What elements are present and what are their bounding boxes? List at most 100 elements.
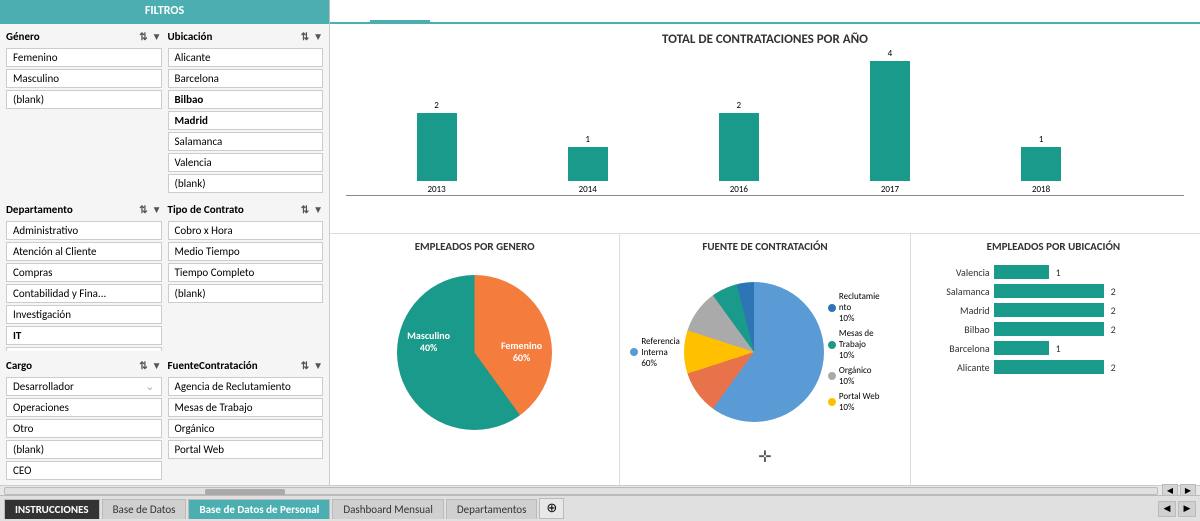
cross-icon: ✛ bbox=[758, 448, 771, 467]
header-row: FILTROS bbox=[0, 0, 1200, 24]
bar-chart: 2 2013 1 2014 bbox=[346, 51, 1184, 196]
cargo-ceo[interactable]: CEO bbox=[6, 461, 162, 480]
filter-header: FILTROS bbox=[0, 0, 330, 24]
bar-2014 bbox=[568, 147, 608, 181]
fuente-agencia[interactable]: Agencia de Reclutamiento bbox=[168, 377, 324, 396]
cargo-operaciones[interactable]: Operaciones bbox=[6, 398, 162, 417]
tipo-contrato-label: Tipo de Contrato bbox=[168, 203, 244, 216]
genero-femenino[interactable]: Femenino bbox=[6, 48, 162, 67]
bar-label-2016: 2016 bbox=[730, 184, 748, 195]
tab-instrucciones[interactable]: INSTRUCCIONES bbox=[4, 499, 100, 519]
tipo-completo[interactable]: Tiempo Completo bbox=[168, 263, 324, 282]
ubicacion-header: Ubicación ⇅ ▼ bbox=[168, 28, 324, 45]
genero-filter-icon[interactable]: ▼ bbox=[152, 30, 162, 43]
dept-sort-icon[interactable]: ⇅ bbox=[139, 203, 147, 216]
bar-val-2018: 1 bbox=[1021, 134, 1061, 145]
dept-atencion[interactable]: Atención al Cliente bbox=[6, 242, 162, 261]
source-pie-circle bbox=[684, 282, 824, 422]
gender-pie-container: Masculino40% Femenino60% bbox=[336, 257, 613, 447]
bar-val-2014: 1 bbox=[568, 134, 608, 145]
bar-val-2013: 2 bbox=[417, 100, 457, 111]
tipo-medio[interactable]: Medio Tiempo bbox=[168, 242, 324, 261]
location-bar-chart: Valencia 1 Salamanca 2 Madrid 2 bbox=[917, 261, 1194, 383]
ubicacion-madrid[interactable]: Madrid bbox=[168, 111, 324, 130]
ubicacion-sort-icon[interactable]: ⇅ bbox=[301, 30, 309, 43]
source-chart-title: FUENTE DE CONTRATACIÓN bbox=[626, 240, 903, 253]
fuente-organico[interactable]: Orgánico bbox=[168, 419, 324, 438]
loc-bar-madrid: Madrid 2 bbox=[925, 303, 1186, 317]
bar-group-2014: 1 2014 bbox=[517, 51, 658, 195]
bar-label-2013: 2013 bbox=[427, 184, 445, 195]
cargo-items: Desarrollador ⌄ Operaciones Otro (blank)… bbox=[6, 377, 162, 480]
source-legend-referencia: ReferenciaInterna60% bbox=[630, 336, 680, 369]
fuente-filter-icon[interactable]: ▼ bbox=[313, 359, 323, 372]
dept-investigacion[interactable]: Investigación bbox=[6, 305, 162, 324]
gender-pie: Masculino40% Femenino60% bbox=[397, 275, 552, 430]
bar-group-2017: 4 2017 bbox=[819, 51, 960, 195]
tab-base-datos[interactable]: Base de Datos bbox=[102, 499, 187, 519]
tipo-contrato-header: Tipo de Contrato ⇅ ▼ bbox=[168, 201, 324, 218]
ubicacion-blank[interactable]: (blank) bbox=[168, 174, 324, 193]
genero-blank[interactable]: (blank) bbox=[6, 90, 162, 109]
tab-bar: INSTRUCCIONES Base de Datos Base de Dato… bbox=[0, 495, 1200, 521]
horizontal-scrollbar[interactable]: ◀ ▶ bbox=[0, 485, 1200, 495]
tab-scroll-left[interactable]: ◀ bbox=[1158, 501, 1176, 517]
tipo-blank[interactable]: (blank) bbox=[168, 284, 324, 303]
genero-masculino[interactable]: Masculino bbox=[6, 69, 162, 88]
cargo-sort-icon[interactable]: ⇅ bbox=[139, 359, 147, 372]
ubicacion-valencia[interactable]: Valencia bbox=[168, 153, 324, 172]
source-pie bbox=[684, 282, 824, 422]
ubicacion-barcelona[interactable]: Barcelona bbox=[168, 69, 324, 88]
dept-legal[interactable]: Legal bbox=[6, 347, 162, 351]
top-chart-title: TOTAL DE CONTRATACIONES POR AÑO bbox=[346, 32, 1184, 47]
bar-2017 bbox=[870, 61, 910, 181]
ubicacion-bilbao[interactable]: Bilbao bbox=[168, 90, 324, 109]
dept-filter-icon[interactable]: ▼ bbox=[152, 203, 162, 216]
bar-label-2018: 2018 bbox=[1032, 184, 1050, 195]
fuente-mesas[interactable]: Mesas de Trabajo bbox=[168, 398, 324, 417]
source-legend-organico: Orgánico10% bbox=[828, 365, 880, 387]
source-mesas-label: Mesas deTrabajo10% bbox=[839, 328, 874, 361]
tipo-sort-icon[interactable]: ⇅ bbox=[301, 203, 309, 216]
source-ref-label: ReferenciaInterna60% bbox=[641, 336, 680, 369]
chart-area: TOTAL DE CONTRATACIONES POR AÑO 2 2013 1 bbox=[330, 24, 1200, 485]
source-right-legend: Reclutamiento10% Mesas deTrabajo10% Orgá… bbox=[828, 291, 880, 413]
bar-label-2017: 2017 bbox=[881, 184, 899, 195]
tipo-filter-icon[interactable]: ▼ bbox=[313, 203, 323, 216]
bottom-charts: EMPLEADOS POR GENERO Masculino40% Femeni… bbox=[330, 234, 1200, 485]
departamento-filter: Departamento ⇅ ▼ Administrativo Atención… bbox=[6, 201, 162, 351]
tab-departamentos[interactable]: Departamentos bbox=[446, 499, 538, 519]
tab-dashboard-mensual[interactable]: Dashboard Mensual bbox=[332, 499, 443, 519]
cargo-otro[interactable]: Otro bbox=[6, 419, 162, 438]
gender-masculino-label: Masculino40% bbox=[407, 330, 450, 354]
bar-group-2016: 2 2016 bbox=[668, 51, 809, 195]
bar-2013 bbox=[417, 113, 457, 181]
cargo-desarrollador[interactable]: Desarrollador ⌄ bbox=[6, 377, 162, 396]
dept-contabilidad[interactable]: Contabilidad y Fina... bbox=[6, 284, 162, 303]
main-container: FILTROS Género ⇅ ▼ Feme bbox=[0, 0, 1200, 521]
genero-sort-icon[interactable]: ⇅ bbox=[139, 30, 147, 43]
bar-val-2017: 4 bbox=[870, 48, 910, 59]
ubicacion-alicante[interactable]: Alicante bbox=[168, 48, 324, 67]
tab-base-datos-personal[interactable]: Base de Datos de Personal bbox=[188, 499, 330, 519]
ubicacion-salamanca[interactable]: Salamanca bbox=[168, 132, 324, 151]
fuente-portal[interactable]: Portal Web bbox=[168, 440, 324, 459]
cargo-blank[interactable]: (blank) bbox=[6, 440, 162, 459]
loc-bar-salamanca: Salamanca 2 bbox=[925, 284, 1186, 298]
dept-it[interactable]: IT bbox=[6, 326, 162, 345]
genero-header: Género ⇅ ▼ bbox=[6, 28, 162, 45]
cargo-filter-icon[interactable]: ▼ bbox=[152, 359, 162, 372]
loc-bar-valencia: Valencia 1 bbox=[925, 265, 1186, 279]
source-legend-mesas: Mesas deTrabajo10% bbox=[828, 328, 880, 361]
ubicacion-filter-icon[interactable]: ▼ bbox=[313, 30, 323, 43]
tab-add-button[interactable]: ⊕ bbox=[539, 498, 564, 519]
genero-items: Femenino Masculino (blank) bbox=[6, 48, 162, 109]
gender-femenino-label: Femenino60% bbox=[501, 340, 542, 364]
tipo-icons: ⇅ ▼ bbox=[301, 203, 323, 216]
dept-compras[interactable]: Compras bbox=[6, 263, 162, 282]
tipo-cobro[interactable]: Cobro x Hora bbox=[168, 221, 324, 240]
ubicacion-label: Ubicación bbox=[168, 30, 213, 43]
fuente-sort-icon[interactable]: ⇅ bbox=[301, 359, 309, 372]
tab-scroll-right[interactable]: ▶ bbox=[1178, 501, 1196, 517]
dept-administrativo[interactable]: Administrativo bbox=[6, 221, 162, 240]
